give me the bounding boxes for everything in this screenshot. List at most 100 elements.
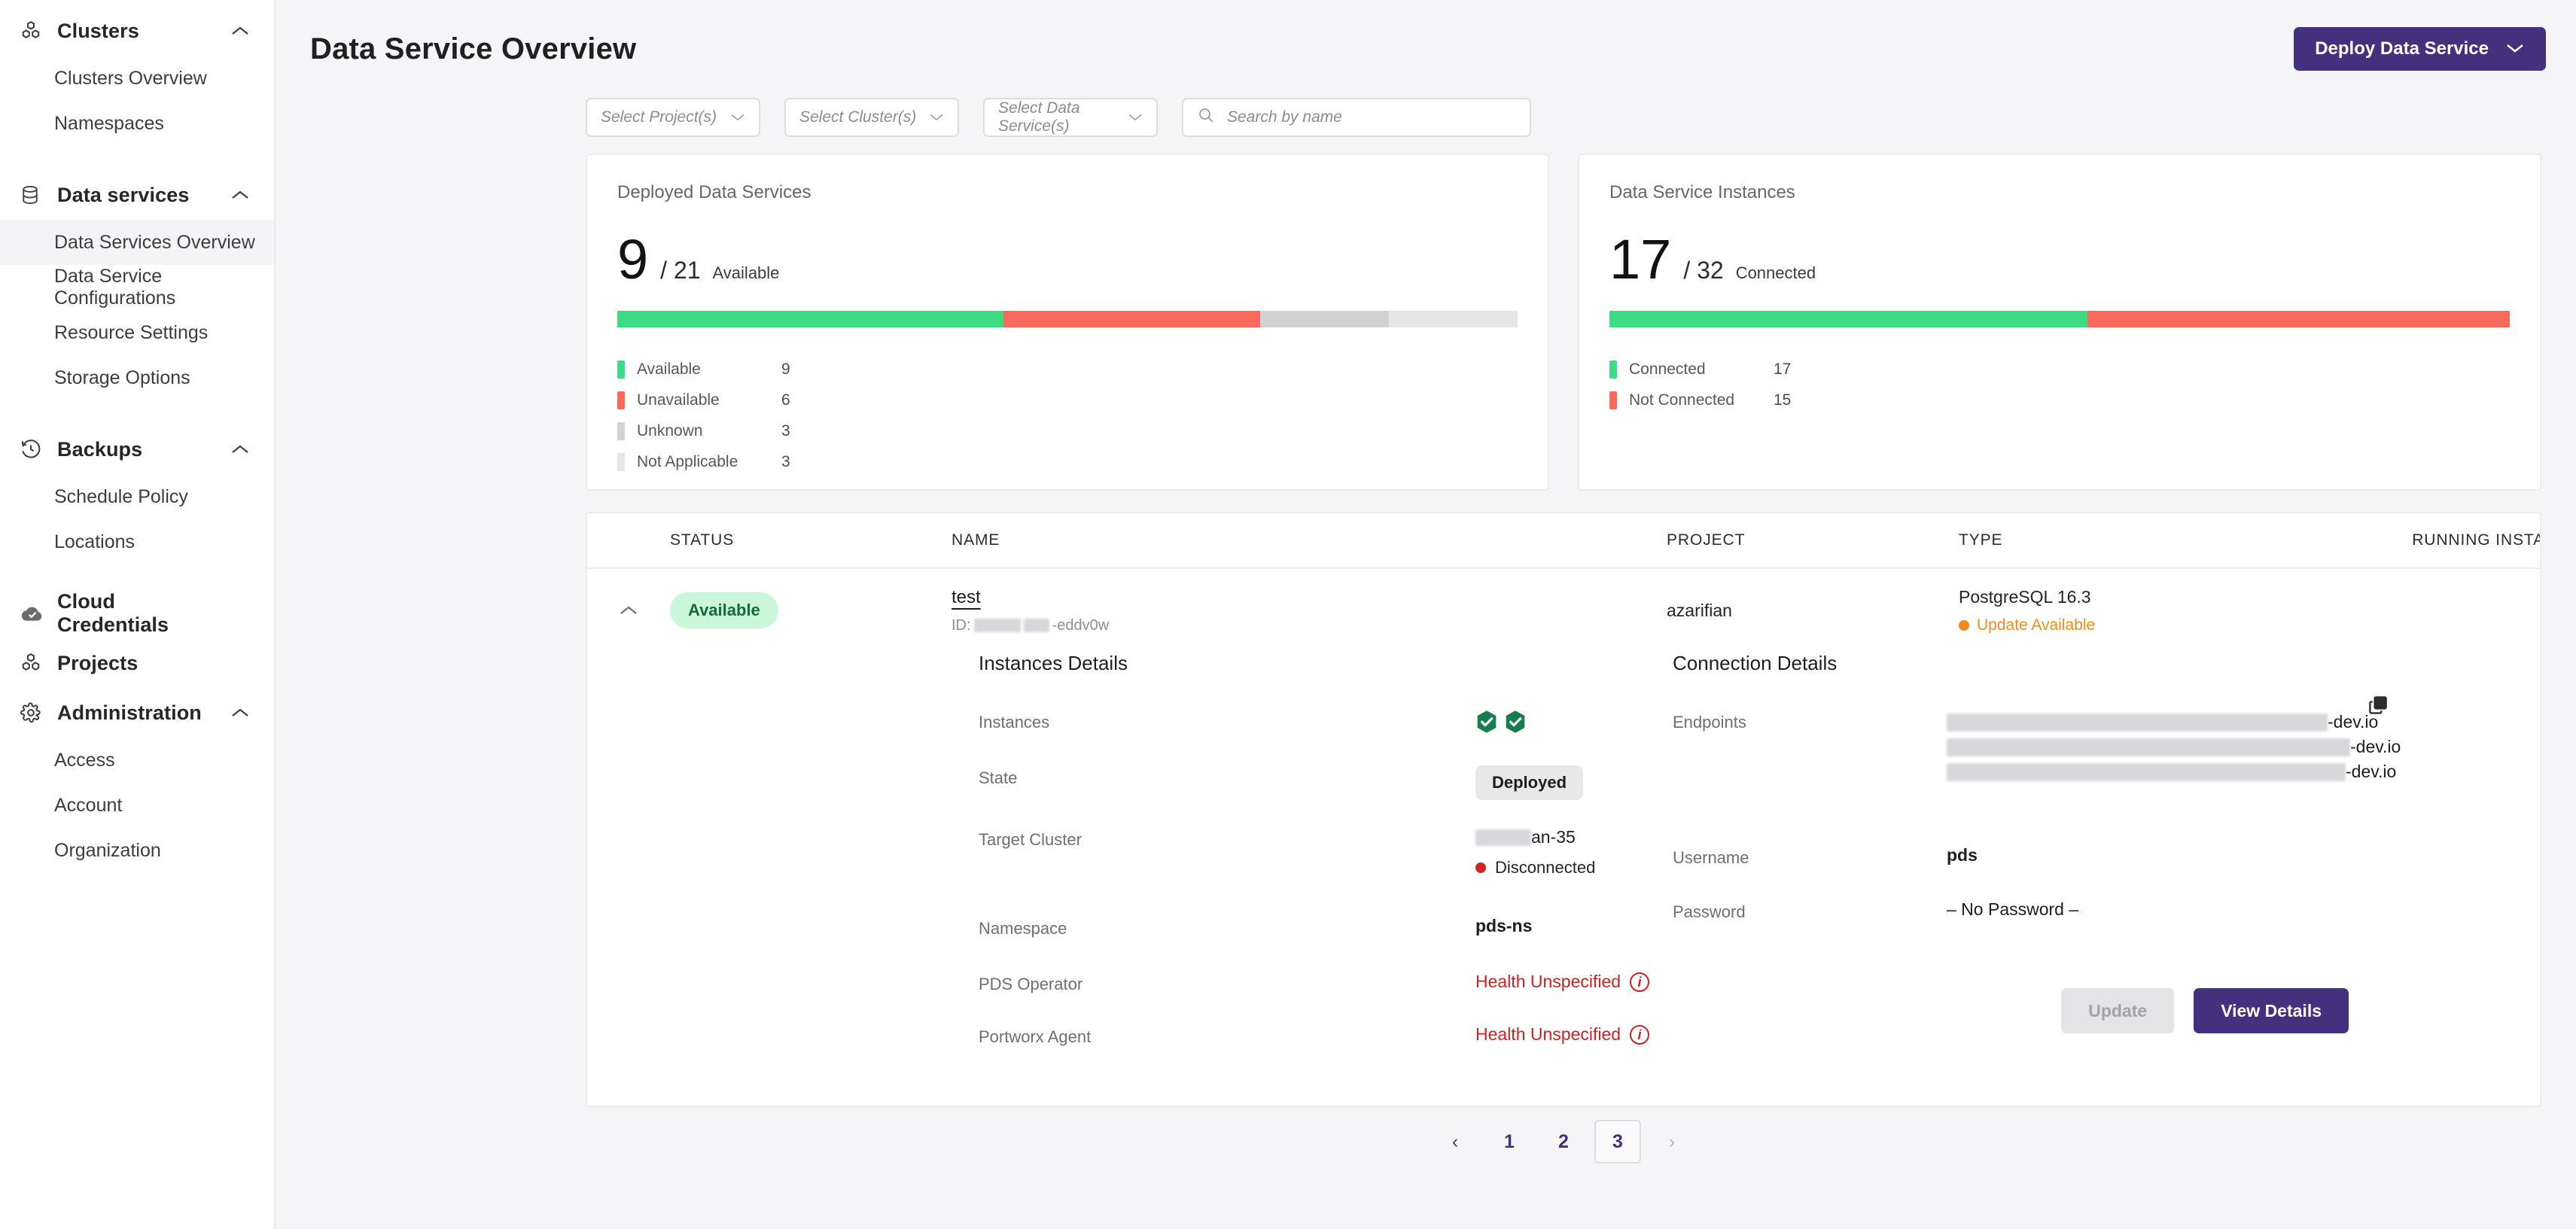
sidebar-child-label: Clusters Overview	[54, 67, 207, 89]
detail-row-target-cluster: Target Cluster an-35 Disconnected	[979, 827, 1664, 916]
legend-swatch	[617, 360, 625, 379]
legend-value: 9	[781, 360, 790, 379]
cubes-icon	[20, 20, 53, 42]
sidebar-item-namespaces[interactable]: Namespaces	[0, 101, 274, 146]
sidebar-label: Clusters	[57, 19, 139, 42]
endpoint-suffix: -dev.io	[2350, 737, 2401, 756]
status-dot-icon	[1959, 619, 1969, 631]
sidebar-item-access[interactable]: Access	[0, 738, 274, 783]
sidebar-child-label: Schedule Policy	[54, 485, 188, 507]
target-cluster-status-label: Disconnected	[1495, 858, 1596, 877]
stat-cards: Deployed Data Services 9 / 21 Available …	[276, 137, 2576, 491]
page-header: Data Service Overview Deploy Data Servic…	[276, 0, 2576, 98]
card-title: Deployed Data Services	[617, 182, 811, 202]
sidebar-child-label: Locations	[54, 531, 135, 552]
column-header-type: TYPE	[1959, 531, 2003, 549]
info-icon[interactable]: i	[1630, 1024, 1650, 1045]
bar-segment-available	[617, 310, 1003, 327]
pds-operator-health-label: Health Unspecified	[1475, 972, 1621, 991]
pagination-next[interactable]: ›	[1649, 1120, 1695, 1164]
search-input[interactable]: Search by name	[1182, 98, 1531, 137]
legend-value: 6	[781, 391, 790, 409]
pagination-page-3[interactable]: 3	[1594, 1120, 1641, 1164]
sidebar-item-resource-settings[interactable]: Resource Settings	[0, 310, 274, 355]
sidebar-item-administration[interactable]: Administration	[0, 688, 274, 738]
deploy-button-label: Deploy Data Service	[2315, 38, 2489, 59]
sidebar-item-account[interactable]: Account	[0, 783, 274, 828]
card-value: 9	[617, 228, 649, 291]
sidebar-item-data-service-configurations[interactable]: Data Service Configurations	[0, 265, 274, 310]
card-total: / 21	[660, 257, 701, 284]
copy-icon[interactable]	[2367, 694, 2389, 720]
sidebar-group-clusters: Clusters Clusters Overview Namespaces	[0, 6, 274, 146]
pagination-page-1[interactable]: 1	[1486, 1120, 1533, 1164]
card-metric: 17 / 32 Connected	[1609, 228, 2510, 291]
detail-row-password: Password – No Password –	[1673, 899, 2540, 945]
endpoint-suffix: -dev.io	[2346, 762, 2397, 781]
sidebar-item-data-services[interactable]: Data services	[0, 170, 274, 220]
cloud-check-icon	[20, 604, 53, 623]
redacted-id-block	[1023, 619, 1049, 632]
card-data-service-instances: Data Service Instances 17 / 32 Connected…	[1578, 154, 2541, 491]
sidebar-label: Projects	[57, 651, 139, 674]
card-deployed-data-services: Deployed Data Services 9 / 21 Available …	[586, 154, 1549, 491]
card-value: 17	[1609, 228, 1672, 291]
card-total-label: Connected	[1735, 263, 1816, 282]
view-details-button[interactable]: View Details	[2194, 988, 2349, 1033]
column-header-project: PROJECT	[1667, 531, 1746, 549]
sidebar-child-label: Data Service Configurations	[54, 266, 176, 309]
card-bar	[617, 310, 1518, 327]
sidebar-group-administration: Administration Access Account Organizati…	[0, 688, 274, 873]
database-icon	[20, 184, 53, 206]
namespace-value: pds-ns	[1475, 916, 1533, 935]
sidebar-item-cloud-credentials[interactable]: Cloud Credentials	[0, 589, 274, 638]
sidebar-item-locations[interactable]: Locations	[0, 519, 274, 564]
table-row[interactable]: Available test ID: -eddv0w azarifian Pos…	[587, 569, 2540, 652]
select-data-services[interactable]: Select Data Service(s)	[983, 98, 1158, 137]
divider	[0, 403, 274, 424]
deploy-data-service-button[interactable]: Deploy Data Service	[2294, 27, 2546, 71]
card-total-label: Available	[712, 263, 780, 282]
update-button[interactable]: Update	[2061, 988, 2175, 1033]
detail-label: Target Cluster	[979, 830, 1082, 849]
sidebar-item-projects[interactable]: Projects	[0, 638, 274, 688]
pagination-prev[interactable]: ‹	[1432, 1120, 1478, 1164]
legend-value: 17	[1774, 360, 1792, 379]
sidebar-item-clusters-overview[interactable]: Clusters Overview	[0, 56, 274, 101]
row-expand-toggle[interactable]	[587, 604, 670, 616]
sidebar-item-organization[interactable]: Organization	[0, 828, 274, 873]
instances-details-heading: Instances Details	[979, 652, 1128, 674]
sidebar-item-backups[interactable]: Backups	[0, 424, 274, 474]
state-badge: Deployed	[1475, 765, 1584, 800]
sidebar-child-label: Resource Settings	[54, 321, 209, 343]
legend-label: Available	[637, 360, 701, 379]
sidebar-child-label: Organization	[54, 839, 161, 861]
redacted-endpoint	[1947, 762, 2346, 781]
search-icon	[1197, 106, 1215, 129]
select-clusters[interactable]: Select Cluster(s)	[784, 98, 959, 137]
row-name-link[interactable]: test	[952, 587, 1667, 608]
redacted-id-block	[973, 619, 1021, 632]
cubes-icon	[20, 652, 53, 674]
sidebar-item-schedule-policy[interactable]: Schedule Policy	[0, 474, 274, 519]
status-badge: Available	[670, 592, 778, 628]
chevron-down-icon	[2505, 38, 2525, 59]
select-clusters-placeholder: Select Cluster(s)	[799, 108, 917, 126]
sidebar-item-storage-options[interactable]: Storage Options	[0, 355, 274, 400]
select-projects[interactable]: Select Project(s)	[586, 98, 760, 137]
sidebar-label: Data services	[57, 183, 190, 206]
legend-swatch	[617, 422, 625, 441]
legend-item: Not Connected 15	[1609, 385, 2510, 416]
sidebar-item-clusters[interactable]: Clusters	[0, 6, 274, 56]
endpoint-item: -dev.io	[1947, 710, 2401, 735]
legend-value: 3	[781, 422, 790, 440]
legend-swatch	[1609, 360, 1617, 379]
pagination-page-2[interactable]: 2	[1540, 1120, 1587, 1164]
info-icon[interactable]: i	[1630, 972, 1650, 992]
sidebar-label: Administration	[57, 701, 202, 724]
redacted-endpoint	[1947, 738, 2350, 756]
sidebar-item-data-services-overview[interactable]: Data Services Overview	[0, 220, 274, 265]
endpoint-item: -dev.io	[1947, 759, 2401, 784]
main-content: Data Service Overview Deploy Data Servic…	[276, 0, 2576, 1229]
app-root: Clusters Clusters Overview Namespaces Da…	[0, 0, 2576, 1229]
